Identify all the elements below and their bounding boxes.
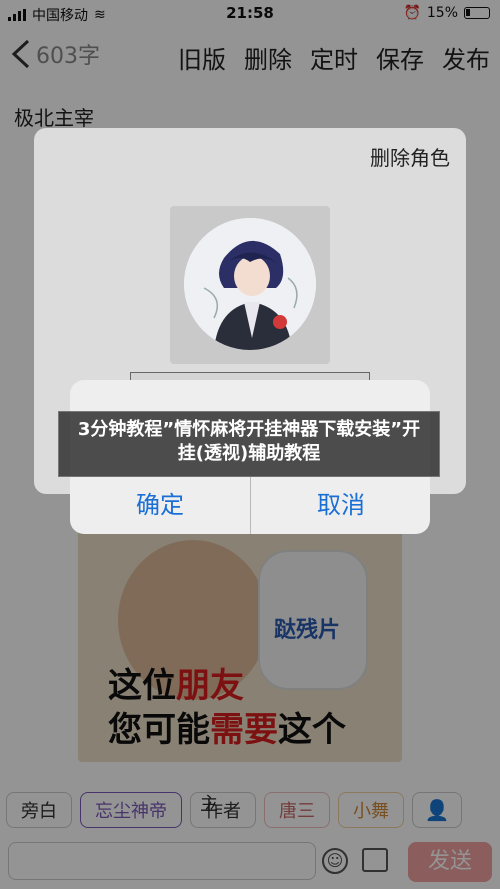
avatar[interactable] bbox=[184, 218, 316, 350]
confirm-button[interactable]: 确定 bbox=[70, 477, 250, 534]
avatar-illustration bbox=[184, 218, 316, 350]
dialog-title: 删除角色 bbox=[370, 146, 450, 170]
cancel-button[interactable]: 取消 bbox=[251, 477, 430, 534]
avatar-frame bbox=[170, 206, 330, 364]
caption-overlay: 3分钟教程”情怀麻将开挂神器下载安装”开挂(透视)辅助教程 bbox=[58, 411, 440, 477]
